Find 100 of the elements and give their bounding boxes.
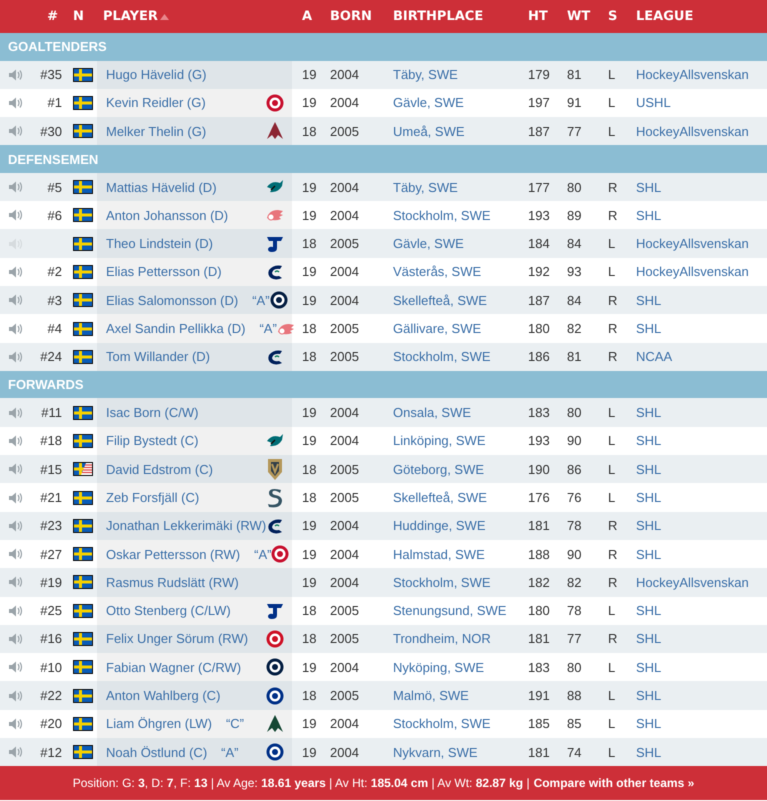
league-link[interactable]: NCAA (636, 349, 672, 364)
speaker-icon[interactable] (8, 406, 23, 420)
league-link[interactable]: HockeyAllsvenskan (636, 574, 749, 590)
column-header[interactable]: PLAYER (103, 9, 158, 24)
league-link[interactable]: SHL (636, 744, 662, 760)
league-link[interactable]: HockeyAllsvenskan (636, 67, 749, 82)
league-link[interactable]: SHL (636, 603, 662, 618)
birthplace-link[interactable]: Gällivare, SWE (393, 321, 482, 336)
birthplace-link[interactable]: Stockholm, SWE (393, 574, 491, 590)
birthplace-link[interactable]: Stockholm, SWE (393, 349, 491, 364)
player-link[interactable]: Filip Bystedt (C) (106, 433, 198, 448)
speaker-icon[interactable] (8, 180, 23, 194)
league-link[interactable]: SHL (636, 292, 662, 308)
league-link[interactable]: SHL (636, 208, 662, 223)
league-link[interactable]: SHL (636, 405, 662, 420)
birthplace-link[interactable]: Linköping, SWE (393, 433, 486, 448)
player-link[interactable]: David Edstrom (C) (106, 462, 213, 477)
league-link[interactable]: SHL (636, 490, 662, 505)
birthplace-link[interactable]: Västerås, SWE (393, 264, 482, 280)
column-header[interactable]: N (73, 9, 84, 24)
player-link[interactable]: Axel Sandin Pellikka (D) (106, 321, 246, 336)
player-link[interactable]: Theo Lindstein (D) (106, 236, 213, 252)
birthplace-link[interactable]: Huddinge, SWE (393, 518, 486, 534)
player-link[interactable]: Fabian Wagner (C/RW) (106, 660, 242, 675)
birthplace-link[interactable]: Onsala, SWE (393, 405, 472, 420)
column-header[interactable]: BORN (330, 9, 372, 24)
speaker-icon[interactable] (8, 264, 23, 279)
player-link[interactable]: Tom Willander (D) (106, 349, 210, 364)
league-link[interactable]: HockeyAllsvenskan (636, 124, 749, 139)
player-link[interactable]: Felix Unger Sörum (RW) (106, 631, 248, 646)
birthplace-link[interactable]: Gävle, SWE (393, 95, 464, 110)
speaker-icon[interactable] (8, 575, 23, 590)
birthplace-link[interactable]: Skellefteå, SWE (393, 490, 487, 505)
league-link[interactable]: SHL (636, 660, 662, 675)
birthplace-link[interactable]: Stockholm, SWE (393, 208, 491, 223)
column-header[interactable]: LEAGUE (636, 9, 694, 24)
birthplace-link[interactable]: Stenungsund, SWE (393, 603, 506, 618)
column-header[interactable]: HT (528, 9, 548, 24)
player-link[interactable]: Zeb Forsfjäll (C) (106, 490, 200, 505)
player-link[interactable]: Otto Stenberg (C/LW) (106, 603, 231, 618)
birthplace-link[interactable]: Malmö, SWE (393, 688, 469, 704)
speaker-icon[interactable] (8, 490, 23, 504)
player-link[interactable]: Isac Born (C/W) (106, 405, 198, 420)
player-link[interactable]: Anton Johansson (D) (106, 208, 228, 223)
league-link[interactable]: USHL (636, 95, 671, 110)
speaker-icon[interactable] (8, 688, 23, 703)
birthplace-link[interactable]: Skellefteå, SWE (393, 292, 487, 308)
column-header[interactable]: A (302, 9, 312, 24)
player-link[interactable]: Mattias Hävelid (D) (106, 180, 217, 195)
speaker-icon[interactable] (8, 716, 23, 731)
birthplace-link[interactable]: Nykvarn, SWE (393, 744, 478, 760)
player-link[interactable]: Elias Salomonsson (D) (106, 292, 238, 308)
player-link[interactable]: Liam Öhgren (LW) (106, 716, 212, 732)
league-link[interactable]: SHL (636, 688, 662, 704)
league-link[interactable]: SHL (636, 180, 662, 195)
league-link[interactable]: SHL (636, 433, 662, 448)
speaker-icon[interactable] (8, 660, 23, 674)
birthplace-link[interactable]: Nyköping, SWE (393, 660, 484, 675)
league-link[interactable]: SHL (636, 518, 662, 534)
birthplace-link[interactable]: Täby, SWE (393, 67, 458, 82)
player-link[interactable]: Anton Wahlberg (C) (106, 688, 220, 704)
player-link[interactable]: Rasmus Rudslätt (RW) (106, 574, 239, 590)
column-header[interactable]: # (47, 9, 58, 24)
birthplace-link[interactable]: Trondheim, NOR (393, 631, 491, 646)
speaker-icon[interactable] (8, 604, 23, 618)
birthplace-link[interactable]: Umeå, SWE (393, 124, 465, 139)
speaker-icon[interactable] (8, 68, 23, 82)
birthplace-link[interactable]: Stockholm, SWE (393, 716, 491, 732)
league-link[interactable]: SHL (636, 321, 662, 336)
league-link[interactable]: HockeyAllsvenskan (636, 264, 749, 280)
speaker-icon[interactable] (8, 434, 23, 448)
birthplace-link[interactable]: Halmstad, SWE (393, 546, 485, 562)
player-link[interactable]: Noah Östlund (C) (106, 744, 208, 760)
speaker-icon[interactable] (8, 518, 23, 533)
league-link[interactable]: SHL (636, 631, 662, 646)
player-link[interactable]: Kevin Reidler (G) (106, 95, 206, 110)
birthplace-link[interactable]: Gävle, SWE (393, 236, 464, 252)
speaker-icon[interactable] (8, 208, 23, 222)
league-link[interactable]: SHL (636, 546, 662, 562)
column-header[interactable]: BIRTHPLACE (393, 9, 484, 24)
league-link[interactable]: SHL (636, 716, 662, 732)
player-link[interactable]: Elias Pettersson (D) (106, 264, 222, 280)
player-link[interactable]: Jonathan Lekkerimäki (RW) (106, 518, 266, 534)
league-link[interactable]: SHL (636, 462, 662, 477)
speaker-icon[interactable] (8, 632, 23, 646)
birthplace-link[interactable]: Täby, SWE (393, 180, 458, 195)
column-header[interactable]: WT (567, 9, 590, 24)
birthplace-link[interactable]: Göteborg, SWE (393, 462, 484, 477)
speaker-icon[interactable] (8, 96, 23, 110)
compare-link[interactable]: Compare with other teams » (534, 776, 694, 790)
player-link[interactable]: Melker Thelin (G) (106, 124, 206, 139)
player-link[interactable]: Oskar Pettersson (RW) (106, 546, 240, 562)
speaker-icon[interactable] (8, 462, 23, 476)
column-header[interactable]: S (608, 9, 618, 24)
speaker-icon[interactable] (8, 350, 23, 364)
speaker-icon[interactable] (8, 745, 23, 760)
speaker-icon[interactable] (8, 124, 23, 138)
speaker-icon[interactable] (8, 293, 23, 308)
speaker-icon[interactable] (8, 322, 23, 336)
league-link[interactable]: HockeyAllsvenskan (636, 236, 749, 252)
